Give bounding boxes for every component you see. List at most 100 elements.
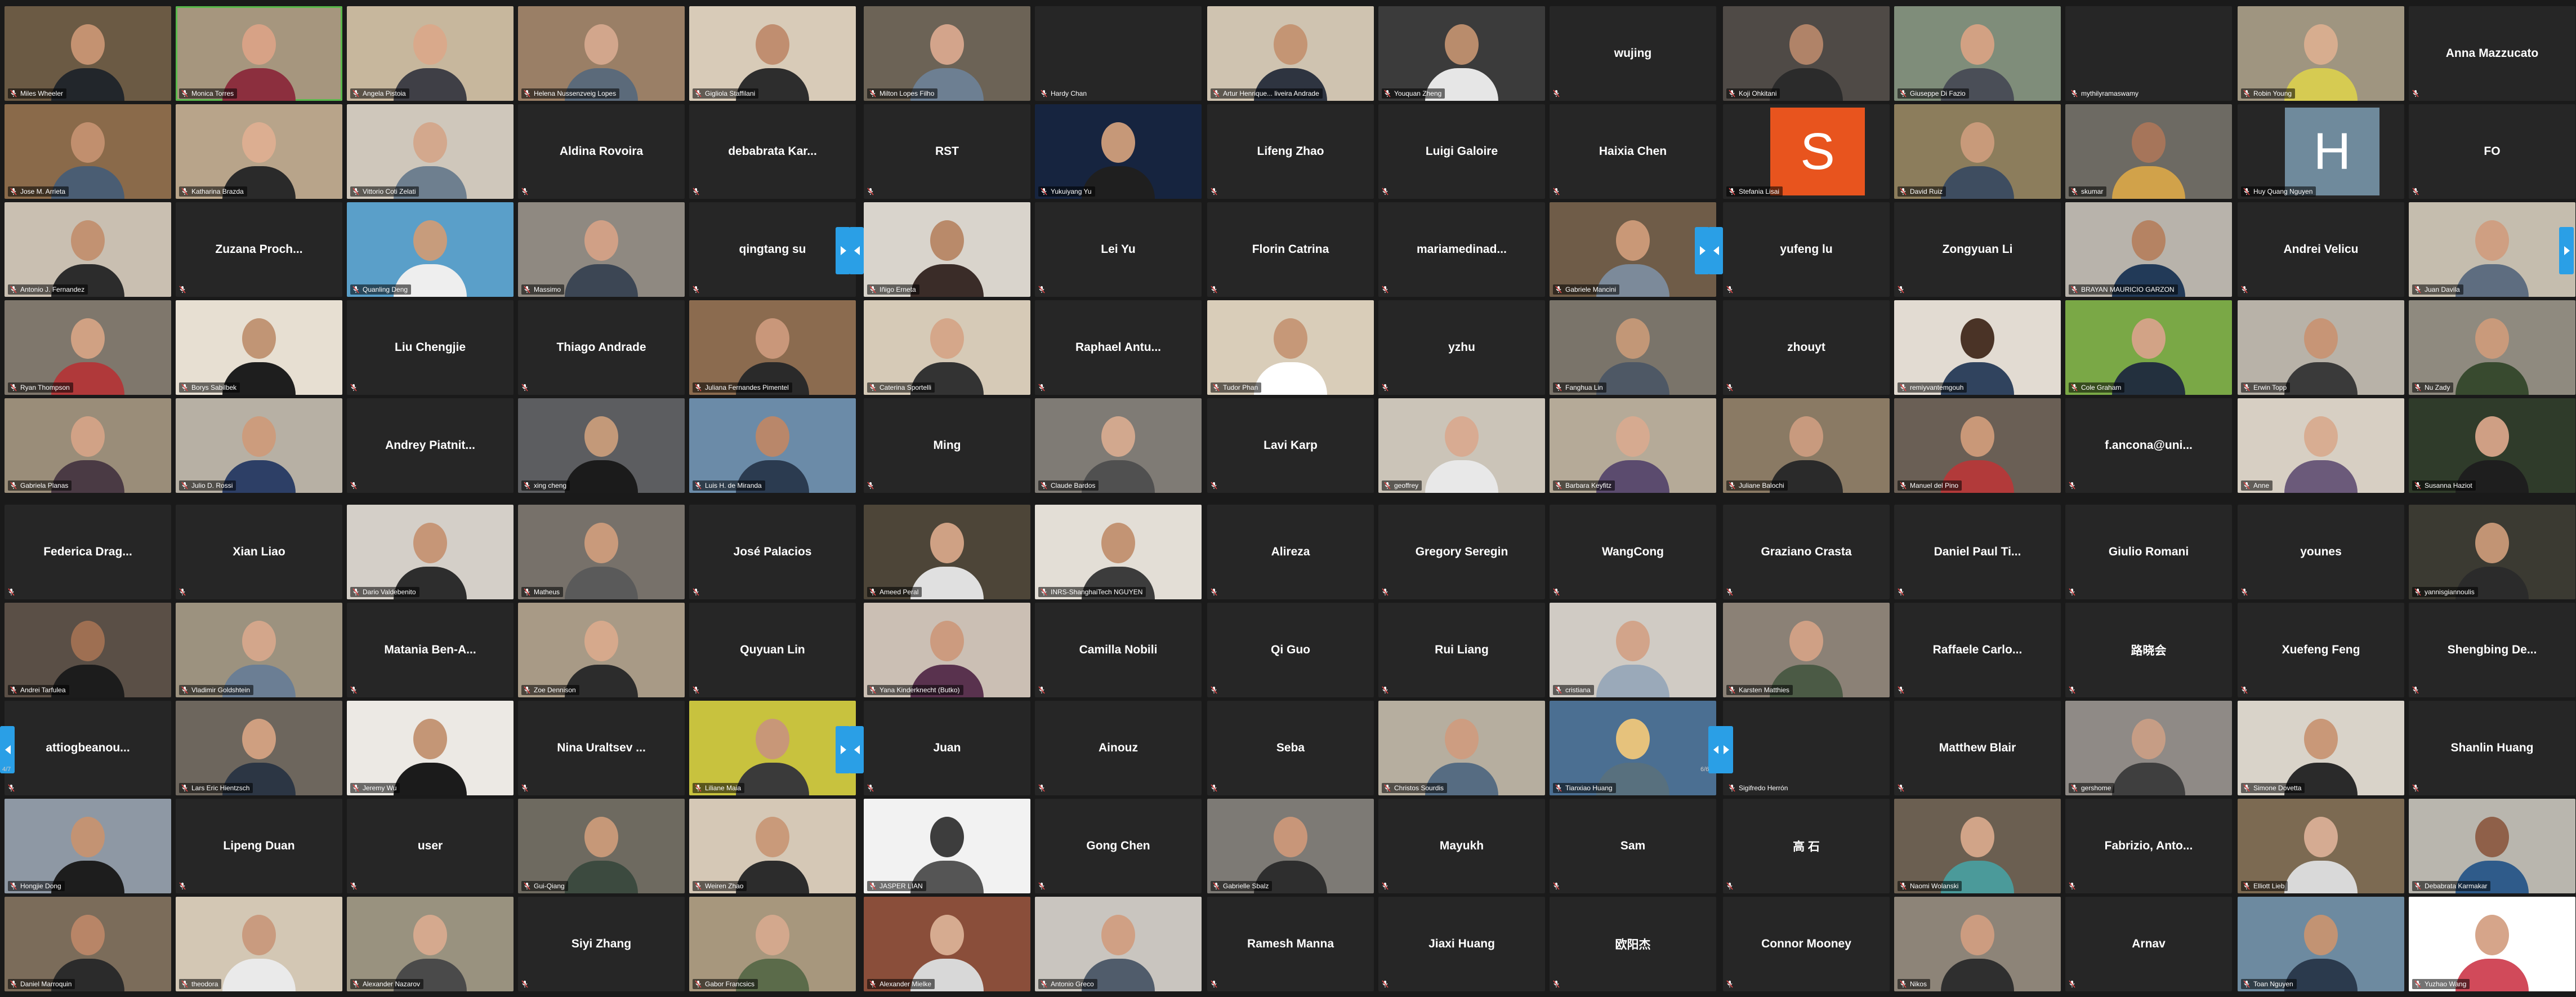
participant-tile[interactable]: Ramesh Manna	[1207, 897, 1374, 991]
participant-tile[interactable]: Christos Sourdis	[1378, 701, 1545, 795]
participant-tile[interactable]: Gui-Qiang	[518, 799, 685, 893]
participant-tile[interactable]: Alexander Mielke	[864, 897, 1030, 991]
participant-tile[interactable]: Tianxiao Huang	[1550, 701, 1716, 795]
participant-tile[interactable]: Connor Mooney	[1723, 897, 1890, 991]
participant-tile[interactable]: Claude Bardos	[1035, 398, 1202, 493]
participant-tile[interactable]: Vladimir Goldshtein	[176, 603, 342, 697]
participant-tile[interactable]: Juan Davila	[2409, 202, 2575, 297]
participant-tile[interactable]: Debabrata Karmakar	[2409, 799, 2575, 893]
participant-tile[interactable]: Camilla Nobili	[1035, 603, 1202, 697]
participant-tile[interactable]: Shanlin Huang	[2409, 701, 2575, 795]
participant-tile[interactable]: yannisgiannoulis	[2409, 505, 2575, 599]
participant-tile[interactable]: Gabor Francsics	[689, 897, 856, 991]
participant-tile[interactable]: Gong Chen	[1035, 799, 1202, 893]
participant-tile[interactable]: theodora	[176, 897, 342, 991]
participant-tile[interactable]: Koji Ohkitani	[1723, 6, 1890, 101]
participant-tile[interactable]: Hardy Chan	[1035, 6, 1202, 101]
participant-tile[interactable]: Gabrielle Sbalz	[1207, 799, 1374, 893]
participant-tile[interactable]: Youquan Zheng	[1378, 6, 1545, 101]
participant-tile[interactable]: Caterina Sportelli	[864, 300, 1030, 395]
participant-tile[interactable]: Julio D. Rossi	[176, 398, 342, 493]
participant-tile[interactable]: Rui Liang	[1378, 603, 1545, 697]
prev-page-button[interactable]	[849, 726, 864, 773]
participant-tile[interactable]: Arnav	[2065, 897, 2232, 991]
participant-tile[interactable]: David Ruiz	[1894, 104, 2061, 199]
participant-tile[interactable]: younes	[2238, 505, 2404, 599]
participant-tile[interactable]: Gregory Seregin	[1378, 505, 1545, 599]
participant-tile[interactable]: wujing	[1550, 6, 1716, 101]
participant-tile[interactable]: Shengbing De...	[2409, 603, 2575, 697]
participant-tile[interactable]: Lipeng Duan	[176, 799, 342, 893]
participant-tile[interactable]: 高 石	[1723, 799, 1890, 893]
participant-tile[interactable]: Zoe Dennison	[518, 603, 685, 697]
participant-tile[interactable]: gershome	[2065, 701, 2232, 795]
participant-tile[interactable]: Graziano Crasta	[1723, 505, 1890, 599]
participant-tile[interactable]: Antonio J. Fernandez	[5, 202, 171, 297]
participant-tile[interactable]: Susanna Haziot	[2409, 398, 2575, 493]
participant-tile[interactable]: BRAYAN MAURICIO GARZON	[2065, 202, 2232, 297]
participant-tile[interactable]: Artur Henrique... liveira Andrade	[1207, 6, 1374, 101]
participant-tile[interactable]: Gabriele Mancini	[1550, 202, 1716, 297]
participant-tile[interactable]: Giuseppe Di Fazio	[1894, 6, 2061, 101]
participant-tile[interactable]: skumar	[2065, 104, 2232, 199]
participant-tile[interactable]: Quyuan Lin	[689, 603, 856, 697]
prev-page-button[interactable]	[1708, 227, 1723, 274]
participant-tile[interactable]: INRS-ShanghaiTech NGUYEN	[1035, 505, 1202, 599]
participant-tile[interactable]: Cole Graham	[2065, 300, 2232, 395]
participant-tile[interactable]: Juan	[864, 701, 1030, 795]
participant-tile[interactable]: Lavi Karp	[1207, 398, 1374, 493]
participant-tile[interactable]: FO	[2409, 104, 2575, 199]
participant-tile[interactable]: Manuel del Pino	[1894, 398, 2061, 493]
participant-tile[interactable]: Juliana Fernandes Pimentel	[689, 300, 856, 395]
participant-tile[interactable]: Yuzhao Wang	[2409, 897, 2575, 991]
participant-tile[interactable]: Zuzana Proch...	[176, 202, 342, 297]
participant-tile[interactable]: Qi Guo	[1207, 603, 1374, 697]
participant-tile[interactable]: Ainouz	[1035, 701, 1202, 795]
participant-tile[interactable]: Liu Chengjie	[347, 300, 514, 395]
participant-tile[interactable]: Andrei Tarfulea	[5, 603, 171, 697]
participant-tile[interactable]: Nu Zady	[2409, 300, 2575, 395]
participant-tile[interactable]: Siyi Zhang	[518, 897, 685, 991]
participant-tile[interactable]: Luigi Galoire	[1378, 104, 1545, 199]
participant-tile[interactable]: Antonio Greco	[1035, 897, 1202, 991]
next-page-button[interactable]	[2559, 227, 2574, 274]
participant-tile[interactable]: Angela Pistoia	[347, 6, 514, 101]
participant-tile[interactable]: Massimo	[518, 202, 685, 297]
participant-tile[interactable]: geoffrey	[1378, 398, 1545, 493]
participant-tile[interactable]: Toan Nguyen	[2238, 897, 2404, 991]
participant-tile[interactable]: 欧阳杰	[1550, 897, 1716, 991]
participant-tile[interactable]: mythilyramaswamy	[2065, 6, 2232, 101]
participant-tile[interactable]: Miles Wheeler	[5, 6, 171, 101]
participant-tile[interactable]: Matania Ben-A...	[347, 603, 514, 697]
participant-tile[interactable]: Elliott Lieb	[2238, 799, 2404, 893]
participant-tile[interactable]: zhouyt	[1723, 300, 1890, 395]
participant-tile[interactable]: Gigliola Staffilani	[689, 6, 856, 101]
participant-tile[interactable]: Ameed Peral	[864, 505, 1030, 599]
next-page-button[interactable]	[1718, 726, 1733, 773]
next-page-button[interactable]	[836, 726, 850, 773]
participant-tile[interactable]: Giulio Romani	[2065, 505, 2232, 599]
participant-tile[interactable]: José Palacios	[689, 505, 856, 599]
participant-tile[interactable]: qingtang su	[689, 202, 856, 297]
participant-tile[interactable]: Borys Sabilbek	[176, 300, 342, 395]
participant-tile[interactable]: Daniel Marroquin	[5, 897, 171, 991]
next-page-button[interactable]	[836, 227, 850, 274]
participant-tile[interactable]: xing cheng	[518, 398, 685, 493]
participant-tile[interactable]: Jose M. Arrieta	[5, 104, 171, 199]
participant-tile[interactable]: mariamedinad...	[1378, 202, 1545, 297]
participant-tile[interactable]: Sigifredo Herrón	[1723, 701, 1890, 795]
participant-tile[interactable]: Alexander Nazarov	[347, 897, 514, 991]
participant-tile[interactable]: 路晓会	[2065, 603, 2232, 697]
participant-tile[interactable]: Haixia Chen	[1550, 104, 1716, 199]
participant-tile[interactable]: yzhu	[1378, 300, 1545, 395]
participant-tile[interactable]: Liliane Maia	[689, 701, 856, 795]
participant-tile[interactable]: Lifeng Zhao	[1207, 104, 1374, 199]
participant-tile[interactable]: Jeremy Wu	[347, 701, 514, 795]
participant-tile[interactable]: Jiaxi Huang	[1378, 897, 1545, 991]
participant-tile[interactable]: Yukuiyang Yu	[1035, 104, 1202, 199]
participant-tile[interactable]: Fanghua Lin	[1550, 300, 1716, 395]
participant-tile[interactable]: Karsten Matthies	[1723, 603, 1890, 697]
participant-tile[interactable]: Ryan Thompson	[5, 300, 171, 395]
participant-tile[interactable]: Ming	[864, 398, 1030, 493]
participant-tile[interactable]: attiogbeanou...	[5, 701, 171, 795]
